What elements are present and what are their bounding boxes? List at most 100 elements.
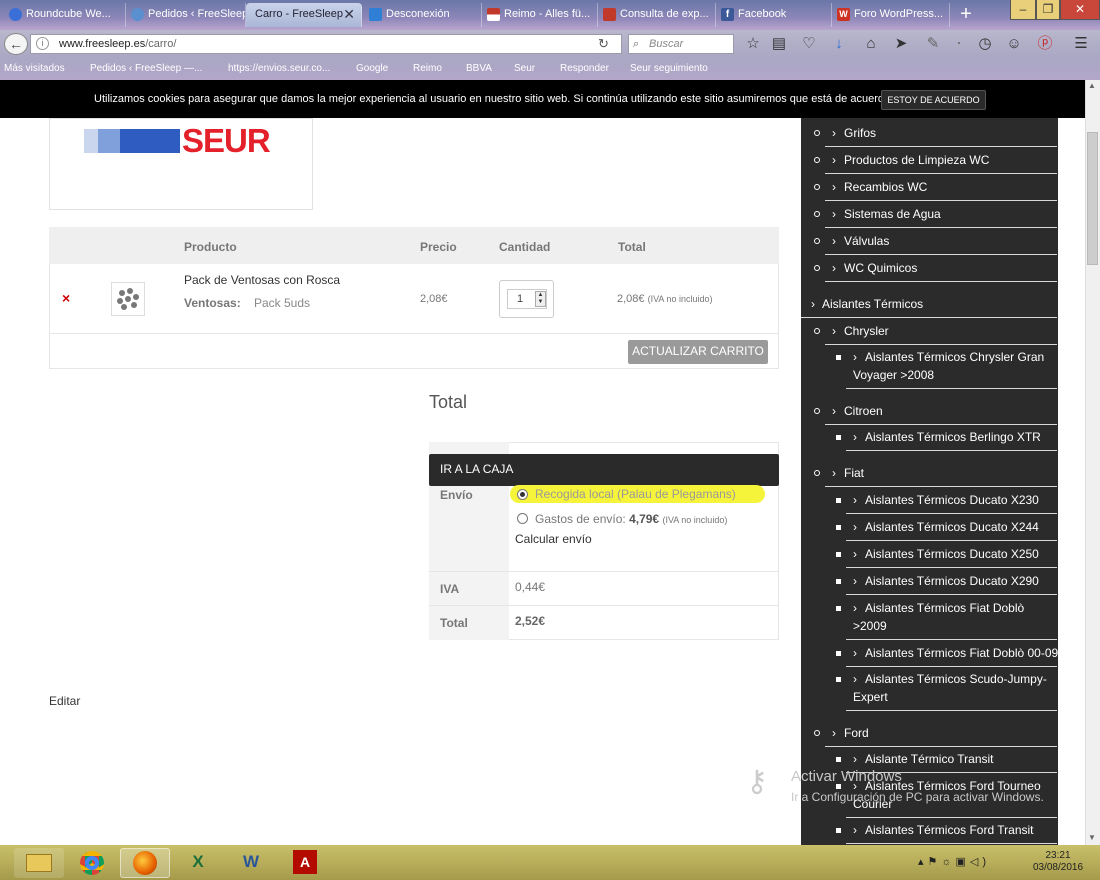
sidebar-divider <box>846 513 1057 514</box>
sidebar-item-link[interactable]: Recambios WC <box>844 178 927 196</box>
system-tray[interactable]: ▴⚑☼▣◁) <box>918 855 990 868</box>
sidebar-item-link[interactable]: Citroen <box>844 402 883 420</box>
new-tab-button[interactable]: + <box>955 3 977 27</box>
sidebar-item-link[interactable]: WC Quimicos <box>844 259 917 277</box>
remove-item-button[interactable]: × <box>62 290 70 306</box>
reload-icon[interactable]: ↻ <box>598 36 609 52</box>
edit-link[interactable]: Editar <box>49 694 80 708</box>
sidebar-item-link[interactable]: Aislantes Térmicos <box>822 295 923 313</box>
tab-facebook[interactable]: f Facebook <box>716 3 832 27</box>
shipping-cost-label: Gastos de envío: 4,79€ (IVA no incluido) <box>535 512 728 526</box>
tab-reimo[interactable]: Reimo - Alles fü... <box>482 3 598 27</box>
tab-carro[interactable]: Carro - FreeSleep ✕ <box>246 3 362 27</box>
maximize-button[interactable]: ❐ <box>1036 0 1060 20</box>
scroll-up-icon[interactable]: ▲ <box>1088 81 1096 90</box>
list-bullet-icon <box>836 606 841 611</box>
tab-consulta[interactable]: Consulta de exp... <box>598 3 716 27</box>
close-window-button[interactable]: ✕ <box>1060 0 1100 20</box>
bookmark-google[interactable]: Google <box>356 62 388 76</box>
sidebar-divider <box>825 344 1057 345</box>
sidebar-item-link[interactable]: Válvulas <box>844 232 889 250</box>
scroll-down-icon[interactable]: ▼ <box>1088 833 1096 842</box>
scrollbar-thumb[interactable] <box>1087 132 1098 265</box>
sidebar-item-link[interactable]: Aislantes Térmicos Ducato X230 <box>865 491 1039 509</box>
bookmark-pedidos[interactable]: Pedidos ‹ FreeSleep —... <box>90 62 202 76</box>
sidebar-item-link[interactable]: Aislantes Térmicos Ducato X250 <box>865 545 1039 563</box>
extension-icon[interactable]: ✎ <box>922 33 944 55</box>
sidebar-item-link[interactable]: Aislantes Térmicos Ford Transit <box>865 821 1034 839</box>
smiley-icon[interactable]: ☺ <box>1003 33 1025 55</box>
tab-desconexion[interactable]: Desconexión <box>364 3 482 27</box>
tab-foro-wordpress[interactable]: W Foro WordPress... <box>832 3 950 27</box>
info-icon[interactable]: i <box>36 37 49 50</box>
bookmark-bbva[interactable]: BBVA <box>466 62 492 76</box>
sidebar-item-link[interactable]: Aislantes Térmicos Fiat Doblò <box>865 599 1024 617</box>
excel-icon[interactable]: X <box>173 848 223 878</box>
close-icon[interactable]: ✕ <box>343 3 355 25</box>
sidebar-item-link[interactable]: Grifos <box>844 124 876 142</box>
sidebar-divider <box>825 424 1057 425</box>
quantity-stepper[interactable]: ▲ ▼ <box>535 291 546 307</box>
pocket-icon[interactable]: ♡ <box>798 33 820 55</box>
bookmark-envios-seur[interactable]: https://envios.seur.co... <box>228 62 330 76</box>
sidebar-item-link[interactable]: Ford <box>844 724 869 742</box>
sidebar-item-link-continued[interactable]: >2009 <box>853 617 887 635</box>
taskbar-clock[interactable]: 23:21 03/08/2016 <box>1028 850 1088 874</box>
menu-icon[interactable]: ☰ <box>1070 33 1092 55</box>
sidebar-item-link[interactable]: Sistemas de Agua <box>844 205 941 223</box>
bookmark-reimo[interactable]: Reimo <box>413 62 442 76</box>
sidebar-divider <box>846 594 1057 595</box>
sidebar-item-link-continued[interactable]: Voyager >2008 <box>853 366 934 384</box>
sidebar-item-link[interactable]: Aislante Térmico Transit <box>865 750 994 768</box>
sidebar-divider <box>825 281 1057 282</box>
sidebar-divider <box>825 173 1057 174</box>
acrobat-icon[interactable]: A <box>280 848 330 878</box>
sidebar-item-link[interactable]: Aislantes Térmicos Chrysler Gran <box>865 348 1044 366</box>
sidebar-item-link[interactable]: Chrysler <box>844 322 889 340</box>
tab-roundcube[interactable]: Roundcube We... <box>4 3 126 27</box>
calculate-shipping-link[interactable]: Calcular envío <box>515 532 592 546</box>
sidebar-divider <box>846 567 1057 568</box>
download-icon[interactable]: ↓ <box>828 33 850 55</box>
sidebar-item-link-continued[interactable]: Expert <box>853 688 888 706</box>
facebook-icon: f <box>721 8 734 21</box>
minimize-button[interactable]: ‒ <box>1010 0 1036 20</box>
sidebar-item-link[interactable]: Fiat <box>844 464 864 482</box>
sidebar-item-link[interactable]: Aislantes Térmicos Scudo-Jumpy- <box>865 670 1047 688</box>
reading-list-icon[interactable]: ▤ <box>768 33 790 55</box>
sidebar-item-link[interactable]: Aislantes Térmicos Berlingo XTR <box>865 428 1041 446</box>
update-cart-button[interactable]: ACTUALIZAR CARRITO <box>628 340 768 364</box>
tab-pedidos[interactable]: Pedidos ‹ FreeSleep ... <box>126 3 246 27</box>
pinterest-icon[interactable]: ⓟ <box>1034 33 1056 55</box>
word-icon[interactable]: W <box>226 848 276 878</box>
sidebar-item-link[interactable]: Aislantes Térmicos Fiat Doblò 00-09 <box>865 644 1058 662</box>
chevron-right-icon: › <box>832 153 836 167</box>
dropdown-icon[interactable]: ⋅ <box>948 33 970 55</box>
history-icon[interactable]: ◷ <box>974 33 996 55</box>
back-arrow-icon[interactable]: ← <box>4 33 28 55</box>
url-bar[interactable]: www.freesleep.es/carro/ <box>30 34 622 54</box>
chevron-right-icon: › <box>853 752 857 766</box>
radio-shipping-cost[interactable] <box>517 513 528 524</box>
sidebar-item-link[interactable]: Productos de Limpieza WC <box>844 151 989 169</box>
explorer-icon[interactable] <box>14 848 64 878</box>
bookmark-seur[interactable]: Seur <box>514 62 535 76</box>
chrome-icon[interactable] <box>67 848 117 878</box>
bookmark-star-icon[interactable]: ☆ <box>742 33 764 55</box>
search-input[interactable]: ⌕ Buscar <box>628 34 734 54</box>
sidebar-item-link[interactable]: Aislantes Térmicos Ducato X244 <box>865 518 1039 536</box>
radio-local-pickup[interactable] <box>517 489 528 500</box>
product-name-link[interactable]: Pack de Ventosas con Rosca <box>184 273 340 287</box>
home-icon[interactable]: ⌂ <box>860 33 882 55</box>
bookmark-mas-visitados[interactable]: Más visitados <box>4 62 65 76</box>
cookie-accept-button[interactable]: ESTOY DE ACUERDO <box>881 90 986 110</box>
local-pickup-label: Recogida local (Palau de Plegamans) <box>535 487 736 501</box>
item-price: 2,08€ <box>420 293 448 305</box>
checkout-button[interactable]: IR A LA CAJA <box>429 454 779 486</box>
sidebar-item-link[interactable]: Aislantes Térmicos Ducato X290 <box>865 572 1039 590</box>
bookmark-seur-seguimiento[interactable]: Seur seguimiento <box>630 62 708 76</box>
firefox-icon[interactable] <box>120 848 170 878</box>
bookmark-responder[interactable]: Responder <box>560 62 609 76</box>
send-icon[interactable]: ➤ <box>890 33 912 55</box>
product-thumbnail[interactable] <box>111 282 145 316</box>
